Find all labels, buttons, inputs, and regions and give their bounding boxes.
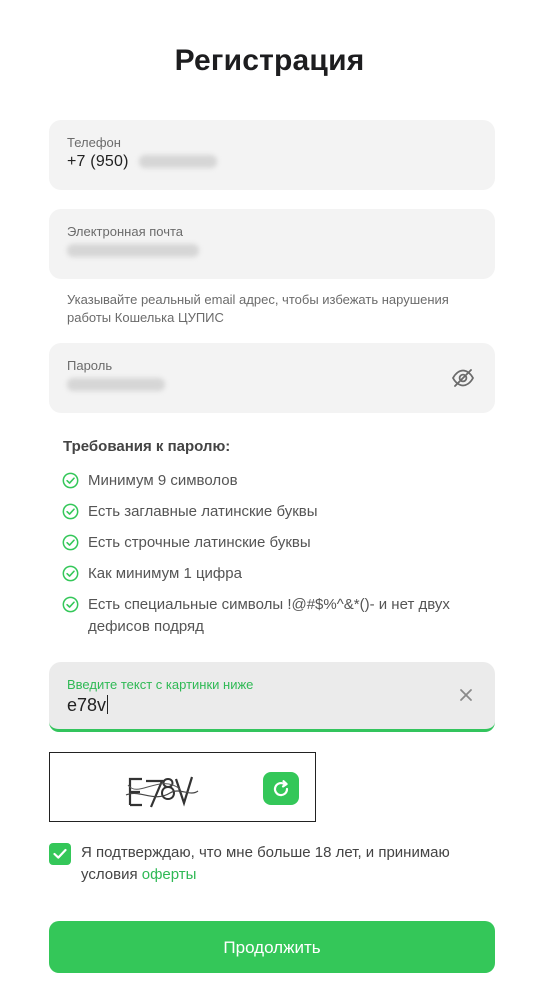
requirement-text: Есть строчные латинские буквы xyxy=(88,534,311,551)
password-requirements-title: Требования к паролю: xyxy=(63,438,231,455)
refresh-icon xyxy=(273,780,289,797)
checkmark-icon xyxy=(53,848,67,859)
check-circle-icon xyxy=(62,565,79,582)
email-hint: Указывайте реальный email адрес, чтобы и… xyxy=(67,292,449,325)
check-circle-icon xyxy=(62,503,79,520)
phone-field[interactable]: Телефон +7 (950) xyxy=(49,120,495,190)
age-consent-checkbox[interactable] xyxy=(49,843,71,865)
captcha-refresh-button[interactable] xyxy=(263,772,299,805)
requirement-item: Есть специальные символы !@#$%^&*()- и н… xyxy=(62,594,492,638)
captcha-image-box xyxy=(49,752,316,822)
requirement-text: Есть заглавные латинские буквы xyxy=(88,503,318,520)
page-title: Регистрация xyxy=(174,44,365,77)
captcha-input[interactable]: Введите текст с картинки ниже e78v xyxy=(49,662,495,732)
captcha-image xyxy=(125,776,199,808)
captcha-label: Введите текст с картинки ниже xyxy=(67,677,254,692)
eye-crossed-icon[interactable] xyxy=(451,367,475,389)
captcha-value-wrapper: e78v xyxy=(67,695,109,716)
age-consent-text: Я подтверждаю, что мне больше 18 лет, и … xyxy=(81,842,501,886)
check-circle-icon xyxy=(62,596,79,613)
requirement-text: Есть специальные символы !@#$%^&*()- и н… xyxy=(88,596,450,635)
check-circle-icon xyxy=(62,534,79,551)
requirement-text: Минимум 9 символов xyxy=(88,472,238,489)
requirement-item: Минимум 9 символов xyxy=(62,470,492,492)
age-consent-label: Я подтверждаю, что мне больше 18 лет, и … xyxy=(81,844,450,883)
password-value xyxy=(67,376,165,394)
email-value xyxy=(67,242,199,260)
password-field[interactable]: Пароль xyxy=(49,343,495,413)
email-redacted-value xyxy=(67,244,199,258)
phone-label: Телефон xyxy=(67,135,121,150)
requirement-item: Как минимум 1 цифра xyxy=(62,563,492,585)
requirement-item: Есть заглавные латинские буквы xyxy=(62,501,492,523)
check-circle-icon xyxy=(62,472,79,489)
password-requirements-list: Минимум 9 символов Есть заглавные латинс… xyxy=(62,470,492,647)
phone-prefix: +7 (950) xyxy=(67,153,129,170)
captcha-value: e78v xyxy=(67,695,107,715)
email-label: Электронная почта xyxy=(67,224,184,239)
offer-link[interactable]: оферты xyxy=(142,866,197,883)
requirement-text: Как минимум 1 цифра xyxy=(88,565,242,582)
password-redacted-value xyxy=(67,378,165,392)
close-icon[interactable] xyxy=(459,688,473,702)
phone-value: +7 (950) xyxy=(67,153,218,171)
registration-page: Регистрация Телефон +7 (950) Электронная… xyxy=(0,0,539,1000)
text-cursor xyxy=(107,695,109,714)
requirement-item: Есть строчные латинские буквы xyxy=(62,532,492,554)
email-field[interactable]: Электронная почта xyxy=(49,209,495,279)
continue-button[interactable]: Продолжить xyxy=(49,921,495,973)
phone-redacted-digits xyxy=(139,155,218,169)
password-label: Пароль xyxy=(67,358,113,373)
